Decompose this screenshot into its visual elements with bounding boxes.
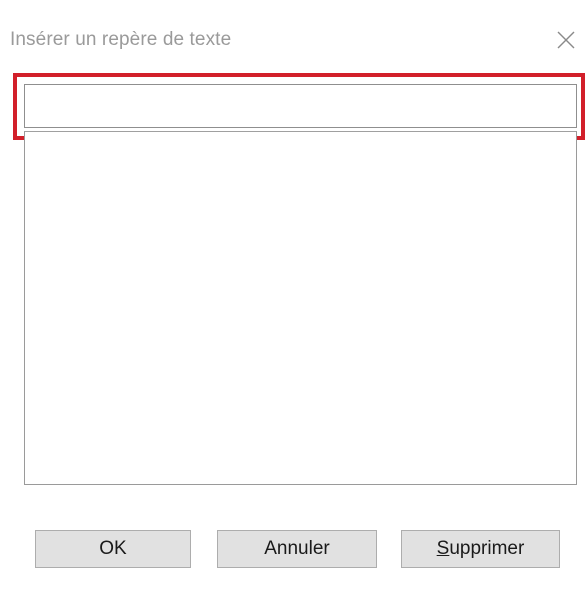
bookmark-list[interactable] (24, 131, 577, 485)
ok-button-label: OK (99, 538, 127, 559)
cancel-button[interactable]: Annuler (217, 530, 377, 568)
cancel-button-label: Annuler (264, 538, 330, 559)
dialog-title: Insérer un repère de texte (10, 29, 232, 50)
delete-button-label: Supprimer (437, 538, 525, 560)
close-icon (557, 31, 575, 49)
close-button[interactable] (548, 22, 584, 58)
delete-button-mnemonic: S (436, 538, 450, 559)
insert-bookmark-dialog: Insérer un repère de texte OK Annuler Su… (0, 0, 586, 602)
button-row: OK Annuler Supprimer (0, 520, 586, 580)
title-bar: Insérer un repère de texte (0, 0, 586, 70)
delete-button[interactable]: Supprimer (401, 530, 560, 568)
ok-button[interactable]: OK (35, 530, 191, 568)
delete-button-label-rest: upprimer (449, 538, 525, 559)
bookmark-name-input[interactable] (24, 84, 577, 128)
